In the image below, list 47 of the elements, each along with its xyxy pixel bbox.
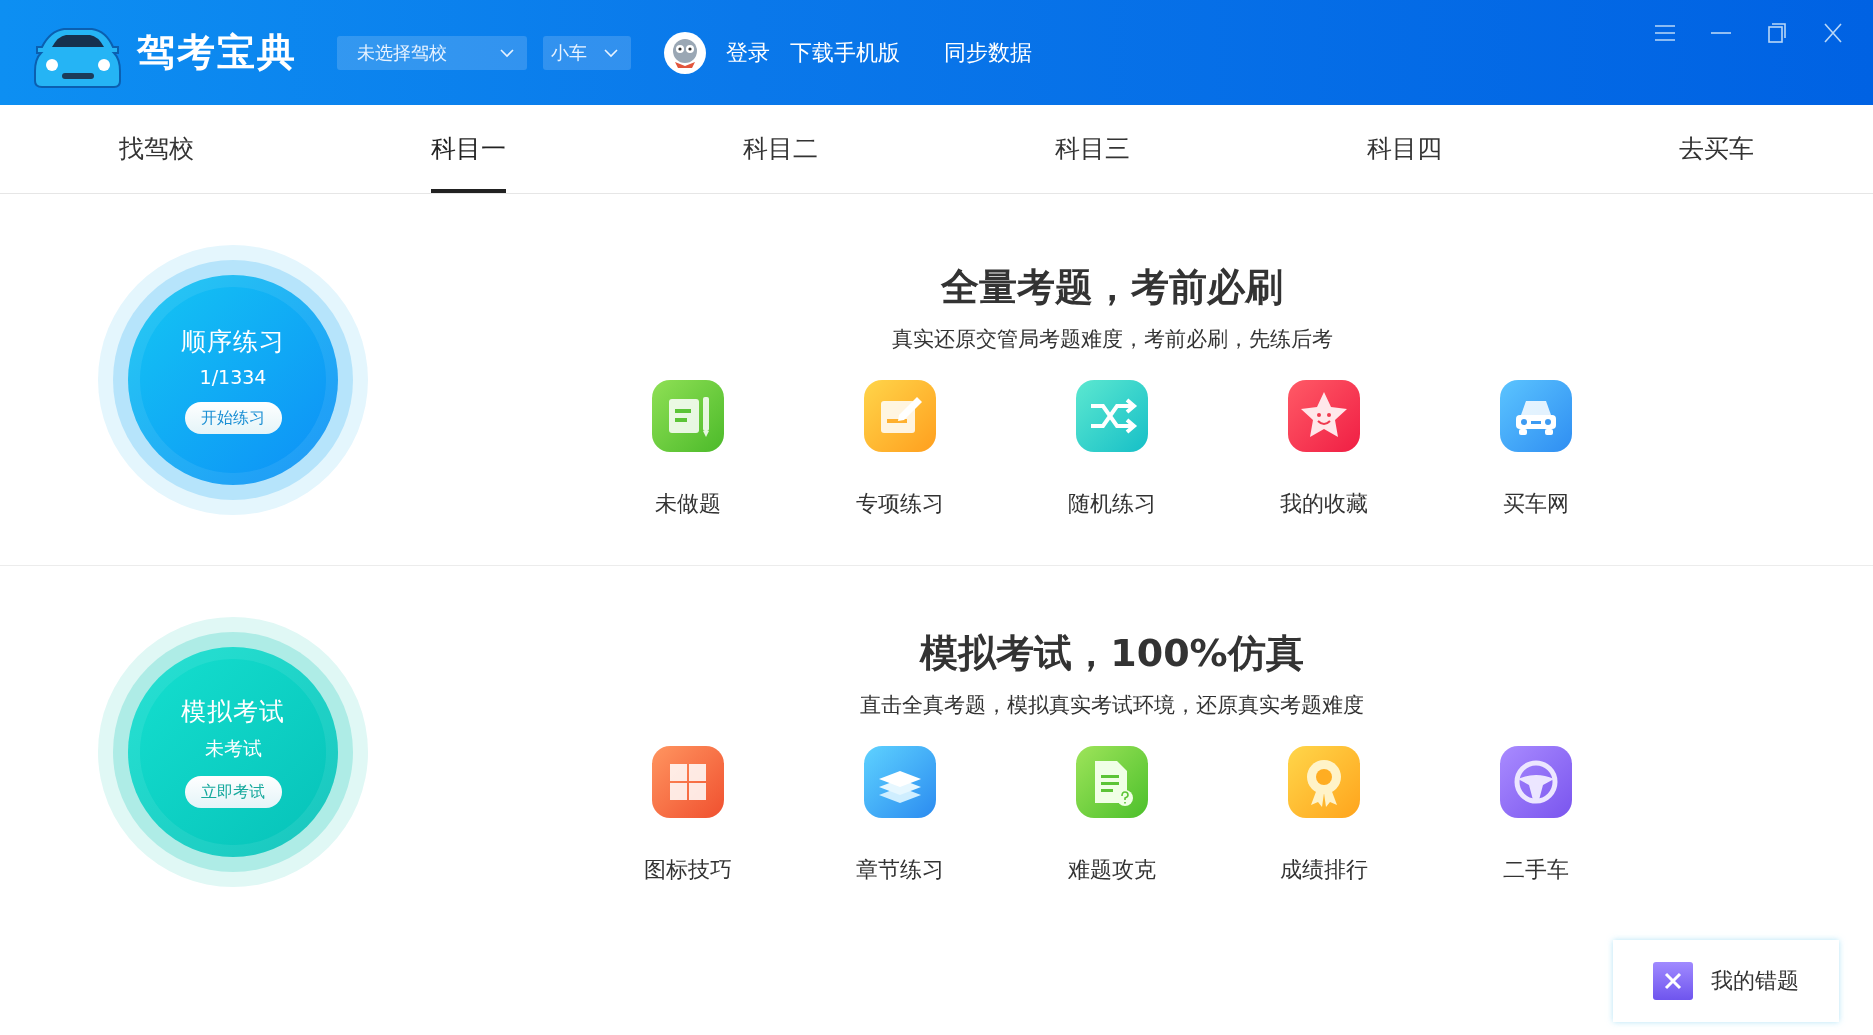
steering-wheel-icon — [1499, 745, 1573, 819]
nav-tab[interactable]: 科目三 — [936, 105, 1248, 193]
shuffle-icon — [1075, 379, 1149, 453]
star-face-icon — [1287, 379, 1361, 453]
nav-tab[interactable]: 去买车 — [1560, 105, 1872, 193]
note-pencil-icon — [863, 379, 937, 453]
feature-button[interactable]: 我的收藏 — [1254, 379, 1394, 519]
close-icon — [1824, 23, 1842, 43]
mistakes-button[interactable]: 我的错题 — [1613, 940, 1839, 1022]
section-subtitle: 真实还原交管局考题难度，考前必刷，先练后考 — [891, 326, 1333, 353]
avatar-icon — [664, 31, 706, 74]
circle-subtitle: 未考试 — [204, 736, 262, 761]
circle-title: 模拟考试 — [181, 696, 285, 728]
minimize-icon — [1711, 32, 1731, 34]
restore-icon — [1768, 23, 1786, 43]
nav-tab[interactable]: 科目一 — [312, 105, 624, 193]
nav-tab[interactable]: 找驾校 — [0, 105, 312, 193]
header-link[interactable]: 下载手机版 — [790, 37, 900, 68]
header-link[interactable]: 登录 — [726, 37, 770, 68]
circle-subtitle: 1/1334 — [199, 366, 267, 388]
question-document-icon — [1075, 745, 1149, 819]
layers-icon — [863, 745, 937, 819]
app-title: 驾考宝典 — [137, 29, 297, 76]
feature-button[interactable]: 难题攻克 — [1042, 745, 1182, 885]
feature-button[interactable]: 二手车 — [1466, 745, 1606, 885]
feature-button[interactable]: 图标技巧 — [618, 745, 758, 885]
feature-button[interactable]: 专项练习 — [830, 379, 970, 519]
feature-button[interactable]: 章节练习 — [830, 745, 970, 885]
feature-button[interactable]: 买车网 — [1466, 379, 1606, 519]
car-icon — [1499, 379, 1573, 453]
feature-button[interactable]: 随机练习 — [1042, 379, 1182, 519]
feature-button[interactable]: 成绩排行 — [1254, 745, 1394, 885]
notebook-icon — [651, 379, 725, 453]
caret-icon — [603, 47, 619, 58]
feature-button[interactable]: 未做题 — [618, 379, 758, 519]
header-link[interactable]: 同步数据 — [944, 37, 1032, 68]
caret-icon — [499, 47, 515, 58]
menu-icon — [1655, 25, 1675, 41]
circle-title: 顺序练习 — [181, 326, 285, 358]
section-headline: 全量考题，考前必刷 — [941, 264, 1283, 311]
medal-icon — [1287, 745, 1361, 819]
nav-tab[interactable]: 科目二 — [624, 105, 936, 193]
cross-mark-icon — [1653, 962, 1693, 1000]
nav-tab[interactable]: 科目四 — [1248, 105, 1560, 193]
section-subtitle: 直击全真考题，模拟真实考试环境，还原真实考题难度 — [860, 692, 1364, 719]
section-headline: 模拟考试，100%仿真 — [920, 630, 1304, 677]
grid-icon — [651, 745, 725, 819]
